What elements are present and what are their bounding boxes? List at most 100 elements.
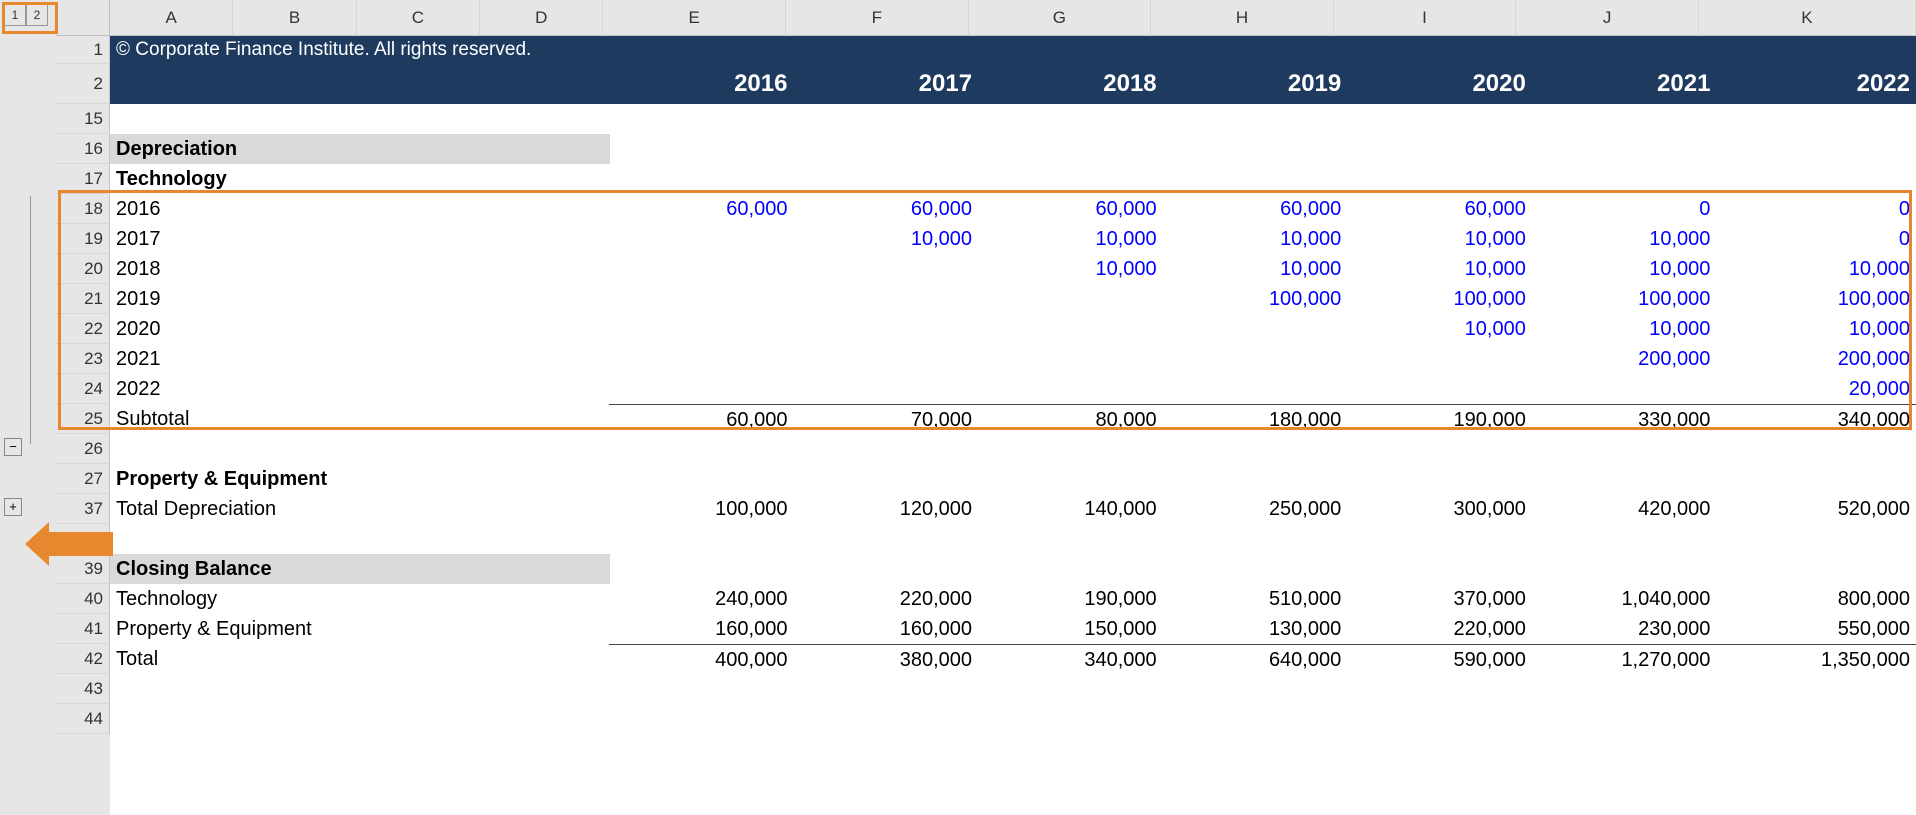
row-header-40[interactable]: 40 [56, 584, 110, 614]
schedule-2019-col3: 100,000 [1163, 284, 1348, 314]
schedule-2021-col0 [609, 344, 794, 374]
closing-pe-2022: 550,000 [1716, 614, 1916, 644]
schedule-row-2020: 202010,00010,00010,000 [110, 314, 1916, 344]
row-header-25[interactable]: 25 [56, 404, 110, 434]
schedule-row-2021: 2021200,000200,000 [110, 344, 1916, 374]
schedule-2018-col6: 10,000 [1716, 254, 1916, 284]
year-row-spacer [110, 64, 609, 104]
total-dep-2021: 420,000 [1532, 494, 1717, 524]
row-15 [110, 104, 1916, 134]
year-2018: 2018 [978, 64, 1163, 104]
column-header-K[interactable]: K [1699, 0, 1916, 36]
subtotal-2020: 190,000 [1347, 404, 1532, 434]
row-header-2[interactable]: 2 [56, 64, 110, 104]
schedule-2016-col6: 0 [1716, 194, 1916, 224]
row-header-22[interactable]: 22 [56, 314, 110, 344]
row-header-44[interactable]: 44 [56, 704, 110, 734]
column-header-A[interactable]: A [110, 0, 233, 36]
schedule-2018-col2: 10,000 [978, 254, 1163, 284]
column-header-I[interactable]: I [1334, 0, 1517, 36]
closing-tech-2018: 190,000 [978, 584, 1163, 614]
row-header-26[interactable]: 26 [56, 434, 110, 464]
closing-pe-2016: 160,000 [609, 614, 794, 644]
outline-level-1-button[interactable]: 1 [4, 4, 26, 26]
row-header-41[interactable]: 41 [56, 614, 110, 644]
column-header-J[interactable]: J [1516, 0, 1699, 36]
column-header-D[interactable]: D [480, 0, 603, 36]
total-dep-2019: 250,000 [1163, 494, 1348, 524]
closing-pe-2017: 160,000 [793, 614, 978, 644]
schedule-year-label-2016: 2016 [110, 194, 609, 224]
banner-text: © Corporate Finance Institute. All right… [110, 36, 1916, 64]
outline-collapse-button[interactable]: − [4, 438, 22, 456]
row-header-37[interactable]: 37 [56, 494, 110, 524]
schedule-2019-col4: 100,000 [1347, 284, 1532, 314]
schedule-year-label-2017: 2017 [110, 224, 609, 254]
subtotal-2018: 80,000 [978, 404, 1163, 434]
outline-column: − + [0, 48, 56, 815]
row-header-18[interactable]: 18 [56, 194, 110, 224]
row-40-tech: Technology 240,000 220,000 190,000 510,0… [110, 584, 1916, 614]
schedule-2017-col3: 10,000 [1163, 224, 1348, 254]
year-2019: 2019 [1163, 64, 1348, 104]
row-header-43[interactable]: 43 [56, 674, 110, 704]
schedule-2020-col5: 10,000 [1532, 314, 1717, 344]
row-16: Depreciation [110, 134, 1916, 164]
schedule-year-label-2022: 2022 [110, 374, 609, 404]
schedule-year-label-2020: 2020 [110, 314, 609, 344]
row-header-27[interactable]: 27 [56, 464, 110, 494]
column-header-H[interactable]: H [1151, 0, 1334, 36]
schedule-year-label-2021: 2021 [110, 344, 609, 374]
row-header-15[interactable]: 15 [56, 104, 110, 134]
schedule-2022-col2 [978, 374, 1163, 404]
closing-total-2019: 640,000 [1163, 644, 1348, 674]
row-header-23[interactable]: 23 [56, 344, 110, 374]
total-dep-2020: 300,000 [1347, 494, 1532, 524]
schedule-2021-col1 [793, 344, 978, 374]
closing-total-2018: 340,000 [978, 644, 1163, 674]
row-header-1[interactable]: 1 [56, 36, 110, 64]
row-header-42[interactable]: 42 [56, 644, 110, 674]
total-dep-label: Total Depreciation [110, 494, 609, 524]
select-all-triangle[interactable] [56, 0, 110, 36]
subtotal-2019: 180,000 [1163, 404, 1348, 434]
schedule-2019-col6: 100,000 [1716, 284, 1916, 314]
year-2022: 2022 [1716, 64, 1916, 104]
row-header-21[interactable]: 21 [56, 284, 110, 314]
annotation-arrow-head [25, 522, 49, 566]
total-dep-2016: 100,000 [609, 494, 794, 524]
closing-total-2021: 1,270,000 [1532, 644, 1717, 674]
row-header-38[interactable]: 38 [56, 524, 110, 554]
schedule-2022-col0 [609, 374, 794, 404]
schedule-row-2018: 201810,00010,00010,00010,00010,000 [110, 254, 1916, 284]
schedule-2017-col2: 10,000 [978, 224, 1163, 254]
column-header-F[interactable]: F [786, 0, 969, 36]
closing-tech-2017: 220,000 [793, 584, 978, 614]
column-header-B[interactable]: B [233, 0, 356, 36]
closing-pe-2019: 130,000 [1163, 614, 1348, 644]
schedule-2018-col5: 10,000 [1532, 254, 1717, 284]
row-38 [110, 524, 1916, 554]
row-header-39[interactable]: 39 [56, 554, 110, 584]
pe-label: Property & Equipment [110, 464, 610, 494]
subtotal-2022: 340,000 [1716, 404, 1916, 434]
outline-expand-button[interactable]: + [4, 498, 22, 516]
row-header-24[interactable]: 24 [56, 374, 110, 404]
schedule-2017-col6: 0 [1716, 224, 1916, 254]
row-header-16[interactable]: 16 [56, 134, 110, 164]
outline-level-2-button[interactable]: 2 [26, 4, 48, 26]
row-header-20[interactable]: 20 [56, 254, 110, 284]
schedule-2019-col2 [978, 284, 1163, 314]
closing-tech-2021: 1,040,000 [1532, 584, 1717, 614]
schedule-2021-col5: 200,000 [1532, 344, 1717, 374]
year-2017: 2017 [793, 64, 978, 104]
closing-tech-2019: 510,000 [1163, 584, 1348, 614]
schedule-2016-col0: 60,000 [609, 194, 794, 224]
column-header-E[interactable]: E [603, 0, 786, 36]
schedule-2020-col6: 10,000 [1716, 314, 1916, 344]
closing-pe-2021: 230,000 [1532, 614, 1717, 644]
column-header-G[interactable]: G [969, 0, 1152, 36]
row-header-19[interactable]: 19 [56, 224, 110, 254]
column-header-C[interactable]: C [357, 0, 480, 36]
row-header-17[interactable]: 17 [56, 164, 110, 194]
